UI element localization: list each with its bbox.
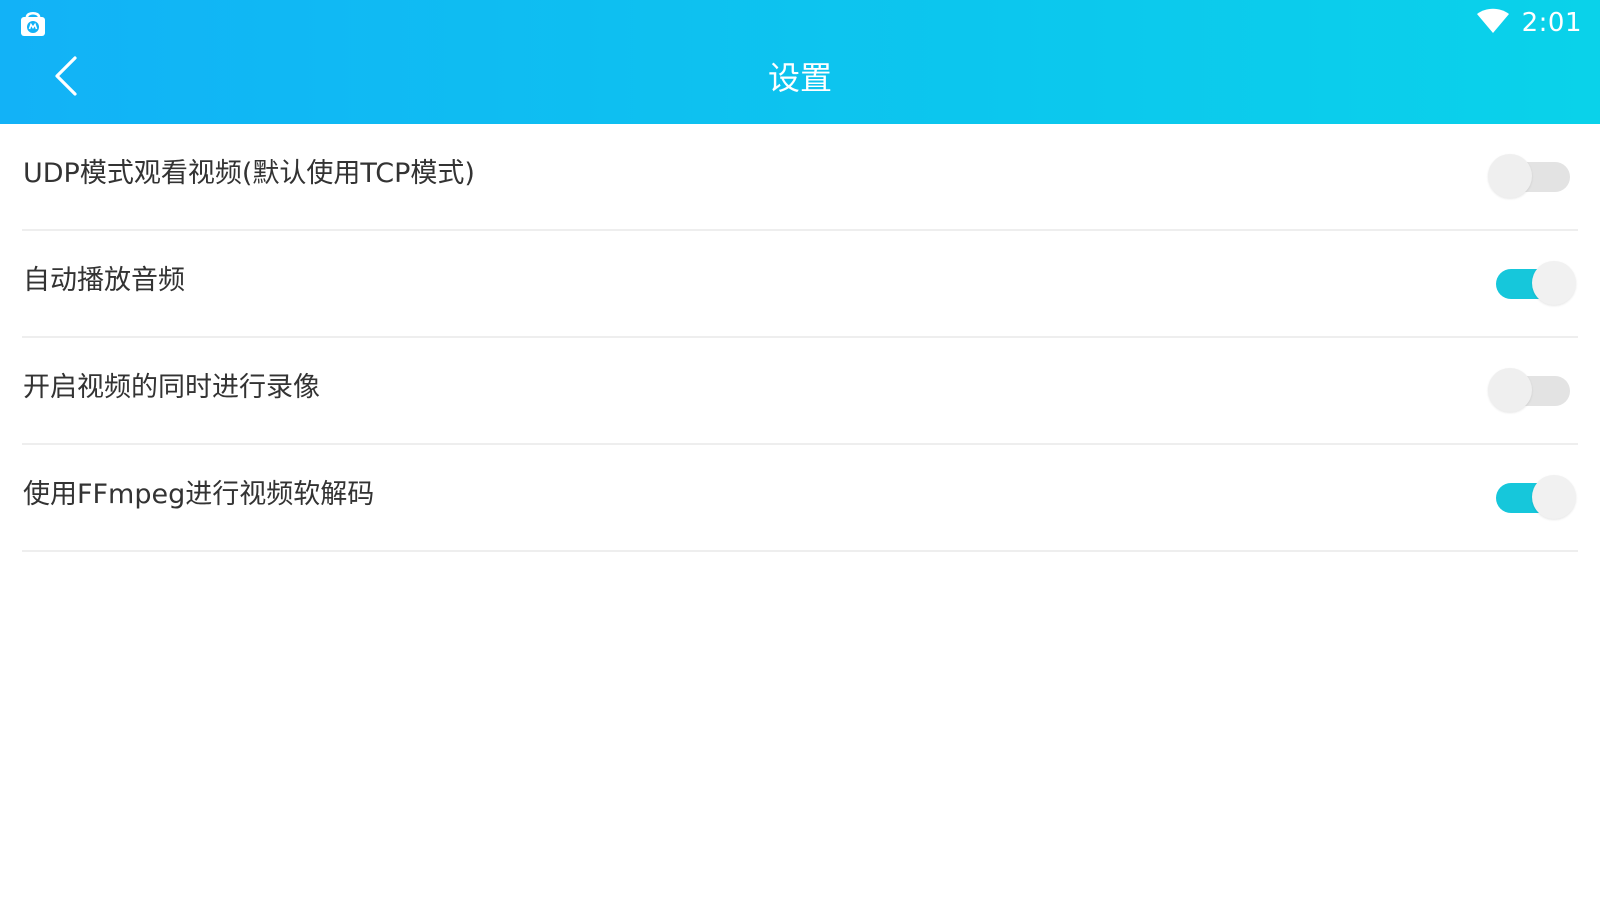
- toggle-thumb: [1532, 475, 1576, 519]
- shopping-bag-icon: [18, 8, 48, 38]
- toggle-thumb: [1488, 154, 1532, 198]
- udp-mode-toggle[interactable]: [1488, 152, 1576, 200]
- setting-row-record-while-playing: 开启视频的同时进行录像: [22, 338, 1578, 445]
- status-right: 2:01: [1476, 6, 1582, 40]
- page-title: 设置: [767, 59, 832, 97]
- settings-screen: 2:01 设置 UDP模式观看视频(默认使用TCP模式) 自动播放音频 开启视频…: [0, 0, 1600, 900]
- status-time: 2:01: [1521, 8, 1582, 38]
- setting-label: 自动播放音频: [23, 265, 185, 296]
- setting-label: 使用FFmpeg进行视频软解码: [23, 479, 375, 510]
- setting-row-udp-mode: UDP模式观看视频(默认使用TCP模式): [22, 124, 1578, 231]
- status-bar: 2:01: [0, 0, 1600, 46]
- autoplay-audio-toggle[interactable]: [1488, 259, 1576, 307]
- setting-row-ffmpeg-decode: 使用FFmpeg进行视频软解码: [22, 445, 1578, 552]
- toggle-thumb: [1488, 368, 1532, 412]
- setting-label: UDP模式观看视频(默认使用TCP模式): [23, 158, 475, 189]
- toggle-thumb: [1532, 261, 1576, 305]
- settings-list: UDP模式观看视频(默认使用TCP模式) 自动播放音频 开启视频的同时进行录像 …: [0, 124, 1600, 552]
- record-while-playing-toggle[interactable]: [1488, 366, 1576, 414]
- wifi-icon: [1476, 8, 1510, 38]
- setting-row-autoplay-audio: 自动播放音频: [22, 231, 1578, 338]
- app-header: 2:01 设置: [0, 0, 1600, 124]
- setting-label: 开启视频的同时进行录像: [23, 372, 320, 403]
- ffmpeg-decode-toggle[interactable]: [1488, 473, 1576, 521]
